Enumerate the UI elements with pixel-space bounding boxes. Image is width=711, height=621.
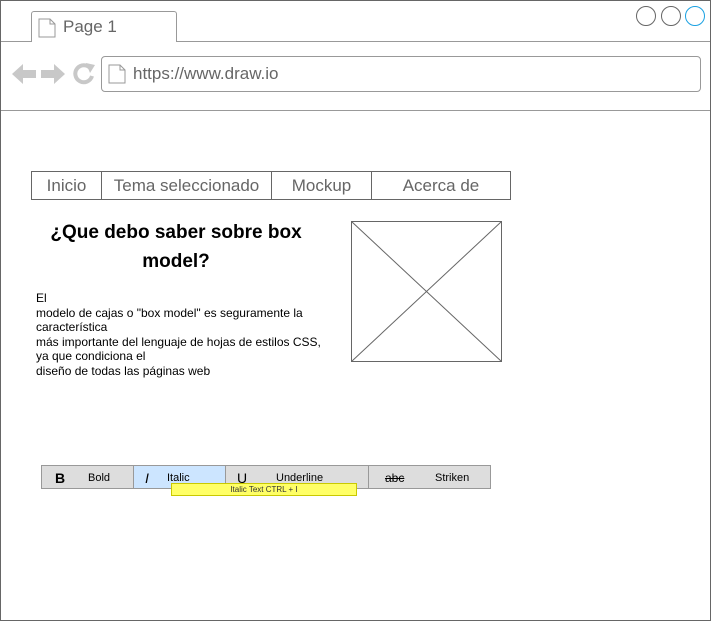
page-icon (38, 18, 56, 38)
strikethrough-label: Striken (435, 472, 470, 484)
menu-item-mockup[interactable]: Mockup (272, 172, 372, 199)
image-placeholder (351, 221, 502, 362)
back-arrow-icon[interactable] (11, 62, 37, 86)
browser-chrome: Page 1 https://www.draw.io (1, 1, 710, 111)
body-text: El modelo de cajas o "box model" es segu… (36, 291, 321, 378)
forward-arrow-icon[interactable] (40, 62, 66, 86)
bold-icon: B (55, 470, 66, 486)
window-button-2[interactable] (661, 6, 681, 26)
bold-label: Bold (88, 472, 111, 484)
page-heading: ¿Que debo saber sobre box model? (50, 222, 302, 272)
page-icon (108, 64, 126, 84)
strikethrough-icon: abc (385, 471, 405, 485)
browser-window: Page 1 https://www.draw.io Inicio Tema s… (0, 0, 711, 621)
strikethrough-button[interactable]: abc Striken (369, 466, 490, 488)
address-bar[interactable]: https://www.draw.io (101, 56, 701, 92)
tab-label: Page 1 (63, 17, 117, 36)
window-button-1[interactable] (636, 6, 656, 26)
menu-item-acerca-de[interactable]: Acerca de (372, 172, 510, 199)
bold-button[interactable]: B Bold (42, 466, 134, 488)
browser-tab[interactable]: Page 1 (31, 11, 177, 42)
window-button-3[interactable] (685, 6, 705, 26)
nav-menu: Inicio Tema seleccionado Mockup Acerca d… (31, 171, 511, 200)
refresh-icon[interactable] (72, 62, 96, 86)
url-text: https://www.draw.io (133, 64, 279, 83)
menu-item-inicio[interactable]: Inicio (32, 172, 102, 199)
italic-icon: I (145, 470, 149, 486)
italic-tooltip: Italic Text CTRL + I (171, 483, 357, 496)
menu-item-tema-seleccionado[interactable]: Tema seleccionado (102, 172, 272, 199)
